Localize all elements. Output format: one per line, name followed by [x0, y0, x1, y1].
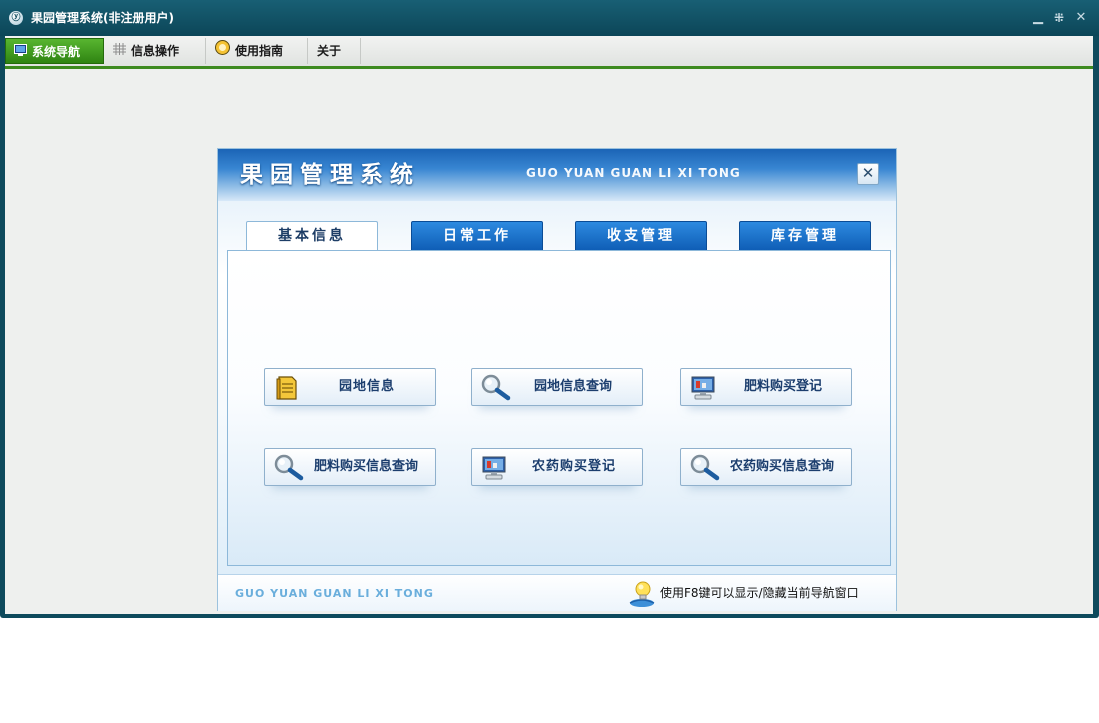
footer-brand: GUO YUAN GUAN LI XI TONG — [235, 587, 434, 600]
tab-basic-info[interactable]: 基本信息 — [246, 221, 378, 252]
tab-panel — [227, 250, 891, 566]
lightbulb-icon — [628, 579, 658, 609]
hotkey-tip: 使用F8键可以显示/隐藏当前导航窗口 — [660, 586, 859, 600]
guide-icon — [215, 38, 230, 64]
tab-finance[interactable]: 收支管理 — [575, 221, 707, 251]
menu-bar: 系统导航 信息操作 使用指南 关于 — [5, 36, 1093, 69]
button-label: 园地信息查询 — [533, 379, 612, 394]
magnifier-icon — [480, 374, 511, 402]
tab-inventory[interactable]: 库存管理 — [739, 221, 871, 251]
navigation-window: 果园管理系统 GUO YUAN GUAN LI XI TONG ✕ 基本信息 日… — [218, 149, 896, 611]
nav-header: 果园管理系统 GUO YUAN GUAN LI XI TONG ✕ — [218, 149, 896, 201]
menu-tab-label: 系统导航 — [32, 45, 81, 59]
fertilizer-purchase-query-button[interactable]: 肥料购买信息查询 — [264, 448, 436, 486]
minimize-icon[interactable]: ▁ — [1030, 10, 1046, 26]
menu-tab-info-ops[interactable]: 信息操作 — [105, 38, 206, 64]
button-label: 农药购买信息查询 — [729, 459, 834, 474]
magnifier-icon — [689, 454, 720, 482]
menu-tab-about[interactable]: 关于 — [309, 38, 361, 64]
magnifier-icon — [273, 454, 304, 482]
app-logo-icon: ⓨ — [9, 11, 23, 25]
menu-tab-label: 关于 — [317, 44, 342, 58]
menu-tab-system-nav[interactable]: 系统导航 — [5, 38, 104, 64]
button-label: 园地信息 — [338, 379, 395, 394]
monitor-icon — [14, 39, 27, 65]
nav-close-button[interactable]: ✕ — [857, 163, 879, 185]
nav-footer: GUO YUAN GUAN LI XI TONG 使用F8键可以显示/隐藏当前导… — [218, 574, 896, 611]
pesticide-purchase-register-button[interactable]: 农药购买登记 — [471, 448, 643, 486]
menu-tab-label: 使用指南 — [235, 44, 284, 58]
nav-title-en: GUO YUAN GUAN LI XI TONG — [526, 166, 741, 180]
button-label: 肥料购买登记 — [743, 379, 822, 394]
orchard-info-button[interactable]: 园地信息 — [264, 368, 436, 406]
pesticide-purchase-query-button[interactable]: 农药购买信息查询 — [680, 448, 852, 486]
button-label: 农药购买登记 — [531, 459, 616, 474]
orchard-info-query-button[interactable]: 园地信息查询 — [471, 368, 643, 406]
fertilizer-purchase-register-button[interactable]: 肥料购买登记 — [680, 368, 852, 406]
computer-icon — [480, 454, 510, 482]
restore-icon[interactable]: ⁜ — [1051, 10, 1067, 26]
document-icon — [273, 374, 303, 402]
close-icon[interactable]: ✕ — [1073, 10, 1089, 26]
title-bar[interactable]: ⓨ 果园管理系统(非注册用户) ▁ ⁜ ✕ — [0, 0, 1099, 36]
button-label: 肥料购买信息查询 — [313, 459, 418, 474]
app-window: ⓨ 果园管理系统(非注册用户) ▁ ⁜ ✕ 系统导航 信息操作 使用指南 关于 … — [0, 0, 1099, 618]
nav-title: 果园管理系统 — [240, 162, 420, 188]
computer-icon — [689, 374, 719, 402]
grid-icon — [113, 38, 126, 64]
tab-daily-work[interactable]: 日常工作 — [411, 221, 543, 251]
menu-tab-user-guide[interactable]: 使用指南 — [207, 38, 308, 64]
window-title: 果园管理系统(非注册用户) — [31, 11, 174, 25]
menu-tab-label: 信息操作 — [131, 44, 180, 58]
